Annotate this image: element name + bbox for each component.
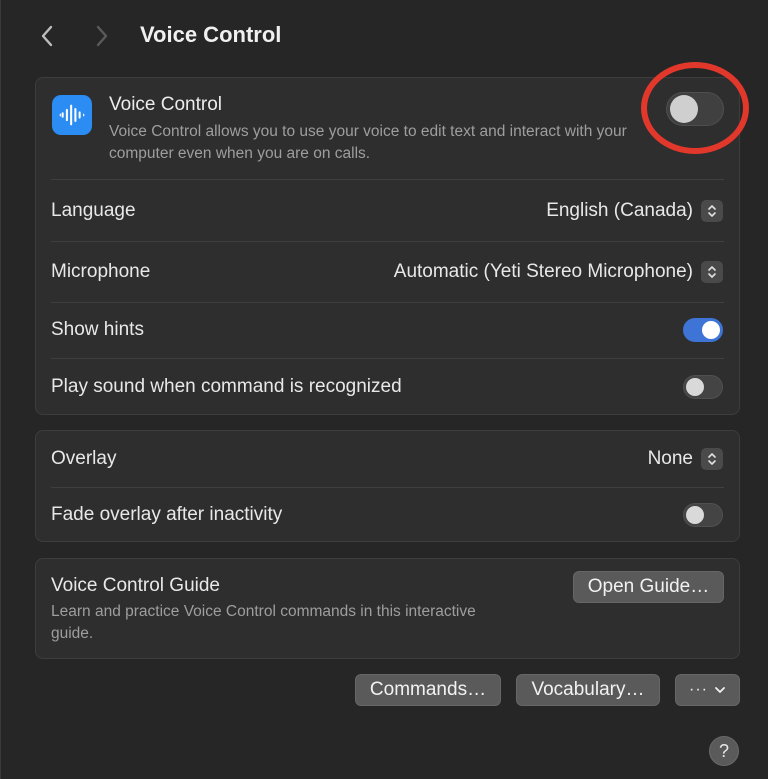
guide-group: Voice Control Guide Learn and practice V…: [35, 558, 740, 659]
more-actions-button[interactable]: ···: [675, 674, 740, 706]
popup-stepper-icon: [701, 199, 723, 222]
forward-button[interactable]: [89, 22, 115, 50]
voice-control-description: Voice Control allows you to use your voi…: [109, 123, 627, 162]
overlay-popup[interactable]: None: [648, 448, 723, 470]
vocabulary-button[interactable]: Vocabulary…: [516, 674, 660, 706]
guide-title: Voice Control Guide: [51, 575, 220, 596]
toggle-knob: [686, 377, 704, 396]
fade-overlay-switch[interactable]: [683, 503, 723, 527]
play-sound-toggle[interactable]: [683, 374, 723, 399]
page-title: Voice Control: [140, 22, 282, 47]
play-sound-row: Play sound when command is recognized: [36, 358, 739, 415]
help-button[interactable]: ?: [709, 736, 739, 766]
play-sound-label: Play sound when command is recognized: [51, 375, 402, 397]
settings-window: Voice Control Voice Control Voice Contro…: [0, 0, 768, 779]
overlay-value: None: [647, 448, 693, 469]
open-guide-button[interactable]: Open Guide…: [573, 571, 724, 603]
popup-stepper-icon: [701, 260, 723, 283]
waveform-icon: [59, 104, 85, 126]
language-popup[interactable]: English (Canada): [546, 199, 723, 222]
microphone-row: Microphone Automatic (Yeti Stereo Microp…: [36, 241, 739, 302]
fade-overlay-label: Fade overlay after inactivity: [51, 504, 283, 525]
language-label: Language: [51, 199, 136, 221]
chevron-left-icon: [41, 25, 53, 47]
toggle-knob: [702, 321, 720, 339]
popup-stepper-icon: [701, 448, 723, 470]
voice-control-title: Voice Control: [109, 94, 223, 115]
fade-overlay-row: Fade overlay after inactivity: [36, 487, 739, 543]
more-label: ···: [689, 681, 708, 698]
guide-description: Learn and practice Voice Control command…: [51, 603, 476, 642]
commands-button[interactable]: Commands…: [355, 674, 501, 706]
voice-control-app-icon: [52, 95, 92, 135]
show-hints-label: Show hints: [51, 319, 144, 340]
play-sound-switch[interactable]: [683, 374, 723, 399]
chevron-right-icon: [96, 25, 108, 47]
highlight-ring-annotation: [641, 62, 749, 154]
language-value: English (Canada): [546, 199, 693, 221]
show-hints-toggle[interactable]: [683, 318, 723, 342]
back-button[interactable]: [34, 22, 60, 50]
toggle-knob: [686, 506, 704, 524]
microphone-popup[interactable]: Automatic (Yeti Stereo Microphone): [393, 260, 723, 283]
overlay-group: Overlay None Fade overlay after inactivi…: [35, 430, 740, 542]
microphone-value: Automatic (Yeti Stereo Microphone): [393, 260, 693, 282]
overlay-label: Overlay: [51, 448, 117, 469]
microphone-label: Microphone: [51, 260, 151, 282]
overlay-row: Overlay None: [36, 431, 739, 487]
fade-overlay-toggle[interactable]: [683, 503, 723, 527]
show-hints-switch[interactable]: [683, 318, 723, 342]
toolbar: Voice Control: [1, 0, 768, 72]
voice-control-group: Voice Control Voice Control allows you t…: [35, 77, 740, 415]
chevron-down-icon: [715, 687, 725, 693]
language-row: Language English (Canada): [36, 180, 739, 241]
show-hints-row: Show hints: [36, 302, 739, 358]
